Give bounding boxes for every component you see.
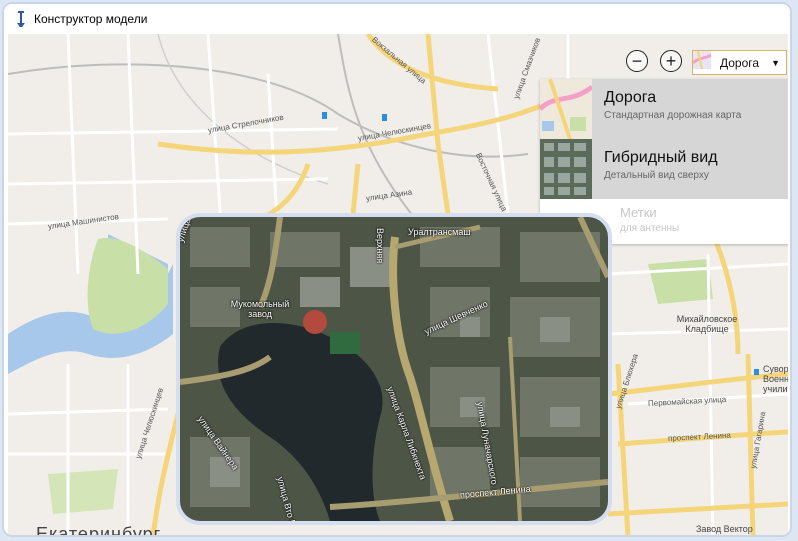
option-hybrid-name: Гибридный вид (604, 149, 718, 166)
option-hybrid-desc: Детальный вид сверху (604, 170, 709, 181)
zoom-out-button[interactable]: − (626, 50, 648, 72)
option-road[interactable]: Дорога Стандартная дорожная карта (540, 79, 788, 139)
option-labels-desc: для антенны (620, 223, 680, 234)
satellite-image (180, 217, 608, 521)
map-view[interactable]: улица Стрелочников улица Челюскинцев ули… (8, 34, 788, 537)
map-label-mikhailovskoe: Михайловское Кладбище (676, 314, 738, 334)
preview-label-mukomolny: Мукомольный завод (230, 299, 290, 319)
hybrid-preview: Уралтрансмаш Верхняя Мукомольный завод у… (176, 213, 612, 525)
hybrid-thumbnail-icon (540, 139, 596, 199)
app-icon (14, 11, 28, 27)
option-road-desc: Стандартная дорожная карта (604, 110, 742, 121)
chevron-down-icon: ▼ (771, 57, 780, 68)
preview-label-uraltransmash: Уралтрансмаш (408, 227, 471, 237)
map-type-value: Дорога (720, 55, 760, 70)
option-road-name: Дорога (604, 89, 657, 106)
zoom-in-button[interactable]: + (660, 50, 682, 72)
map-label-city: Екатеринбург (36, 524, 162, 537)
map-label-vector: Завод Вектор (696, 524, 753, 534)
road-thumbnail-icon (540, 79, 596, 139)
road-map-thumbnail-icon (693, 51, 714, 72)
minus-icon: − (631, 51, 643, 71)
app-window: Конструктор модели улица Стрелочников ул… (2, 2, 792, 537)
option-labels-name: Метки (620, 205, 657, 220)
option-hybrid[interactable]: Гибридный вид Детальный вид сверху (540, 139, 788, 199)
preview-label-verkhnyaya: Верхняя (375, 228, 385, 264)
title-bar: Конструктор модели (4, 4, 790, 34)
map-type-select[interactable]: Дорога ▼ (692, 50, 787, 75)
map-label-suvorov: Суворов Военн училищ (763, 364, 788, 394)
window-title: Конструктор модели (34, 12, 148, 26)
plus-icon: + (665, 51, 677, 71)
